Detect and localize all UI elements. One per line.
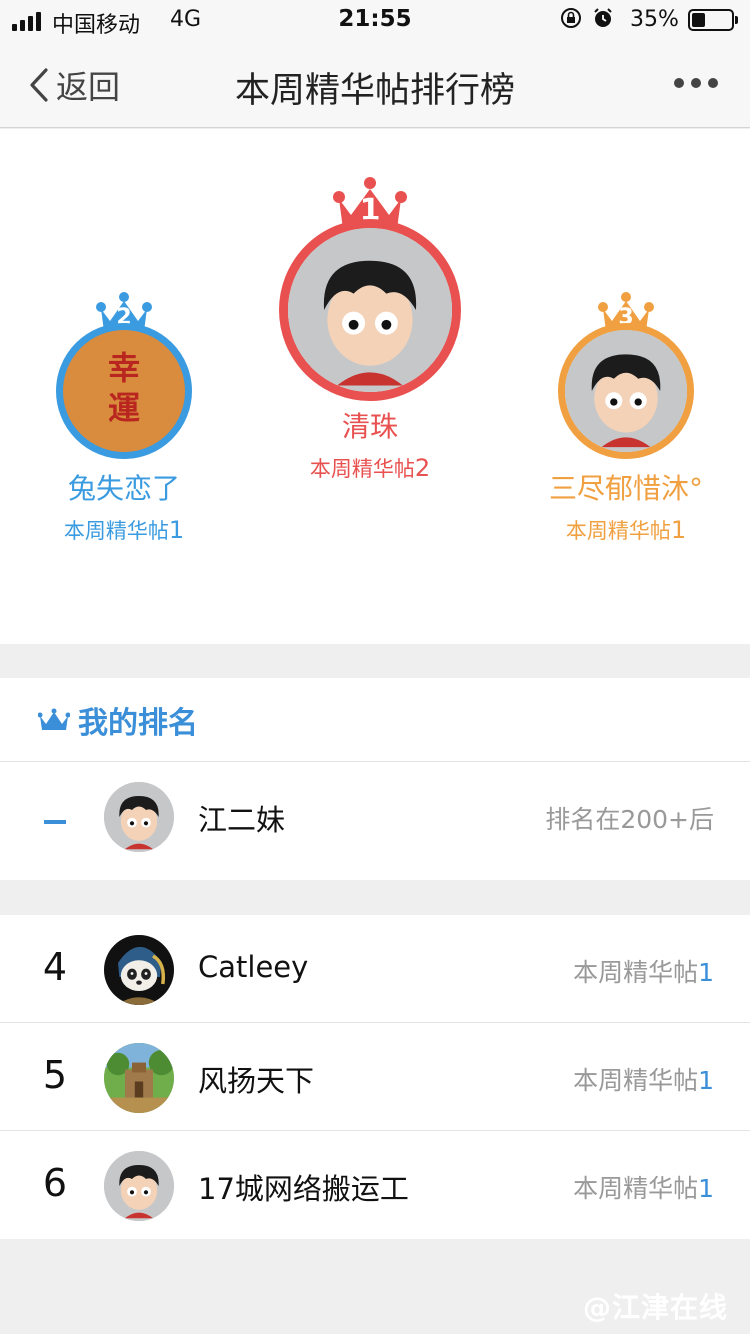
post-stat: 本周精华帖1 bbox=[573, 1174, 714, 1203]
rotation-lock-icon bbox=[561, 8, 581, 28]
my-rank-header: 我的排名 bbox=[0, 678, 750, 762]
nav-bar: 返回 本周精华帖排行榜 bbox=[0, 40, 750, 128]
user-name: Catleey bbox=[198, 950, 309, 984]
podium-first[interactable]: 1 清珠 本周精华帖2 bbox=[270, 175, 470, 483]
rank-status: 排名在200+后 bbox=[545, 805, 714, 834]
default-avatar bbox=[104, 1151, 174, 1221]
avatar bbox=[104, 782, 174, 852]
scene-avatar bbox=[104, 1043, 174, 1113]
my-rank-section: 我的排名 江二妹 排名在200+后 bbox=[0, 678, 750, 880]
cartoon-avatar-icon bbox=[104, 782, 174, 852]
rank-number: 6 bbox=[42, 1161, 68, 1205]
winner-stat: 本周精华帖2 bbox=[309, 454, 431, 482]
alarm-icon bbox=[594, 8, 612, 27]
more-button[interactable] bbox=[674, 78, 718, 88]
list-item[interactable]: 4 Catleey 本周精华帖1 bbox=[0, 915, 750, 1023]
battery-icon bbox=[688, 9, 738, 31]
winner-name: 兔失恋了 bbox=[67, 472, 180, 505]
winner-stat: 本周精华帖1 bbox=[565, 516, 687, 544]
watermark: @江津在线 bbox=[582, 1291, 728, 1324]
user-name: 江二妹 bbox=[198, 803, 286, 837]
post-stat: 本周精华帖1 bbox=[573, 1066, 714, 1095]
my-rank-row[interactable]: 江二妹 排名在200+后 bbox=[0, 762, 750, 870]
status-bar: 中国移动 4G 21:55 35% bbox=[0, 0, 750, 40]
user-name: 风扬天下 bbox=[198, 1064, 315, 1098]
panda-avatar bbox=[104, 935, 174, 1005]
crown-icon bbox=[38, 708, 70, 730]
rank-number: 4 bbox=[42, 945, 68, 989]
ranking-list: 4 Catleey 本周精华帖1 5 风扬天下 本周精华帖1 6 17城网络搬运… bbox=[0, 915, 750, 1239]
user-name: 17城网络搬运工 bbox=[198, 1172, 409, 1206]
avatar bbox=[279, 219, 461, 401]
post-stat: 本周精华帖1 bbox=[573, 958, 714, 987]
my-rank-heading: 我的排名 bbox=[78, 705, 198, 741]
rank-dash bbox=[44, 820, 66, 824]
list-item[interactable]: 5 风扬天下 本周精华帖1 bbox=[0, 1023, 750, 1131]
cartoon-avatar-icon bbox=[288, 228, 452, 392]
avatar bbox=[558, 323, 694, 459]
list-item[interactable]: 6 17城网络搬运工 本周精华帖1 bbox=[0, 1131, 750, 1239]
podium-third[interactable]: 3 三尽郁惜沐° 本周精华帖1 bbox=[526, 291, 726, 545]
winner-name: 三尽郁惜沐° bbox=[548, 472, 703, 505]
rank-number: 5 bbox=[42, 1053, 68, 1097]
winner-stat: 本周精华帖1 bbox=[63, 516, 185, 544]
page-title: 本周精华帖排行榜 bbox=[234, 71, 515, 111]
winner-name: 清珠 bbox=[341, 410, 398, 443]
lucky-avatar-text: 幸 運 bbox=[107, 349, 140, 427]
avatar: 幸 運 bbox=[56, 323, 192, 459]
podium-second[interactable]: 2 幸 運 兔失恋了 本周精华帖1 bbox=[24, 291, 224, 545]
cartoon-avatar-icon bbox=[565, 330, 687, 452]
battery-percent: 35% bbox=[630, 7, 679, 32]
top-three-podium: 1 清珠 本周精华帖2 2 幸 運 兔失恋了 本周精华帖1 3 三尽郁惜沐° 本… bbox=[0, 129, 750, 644]
